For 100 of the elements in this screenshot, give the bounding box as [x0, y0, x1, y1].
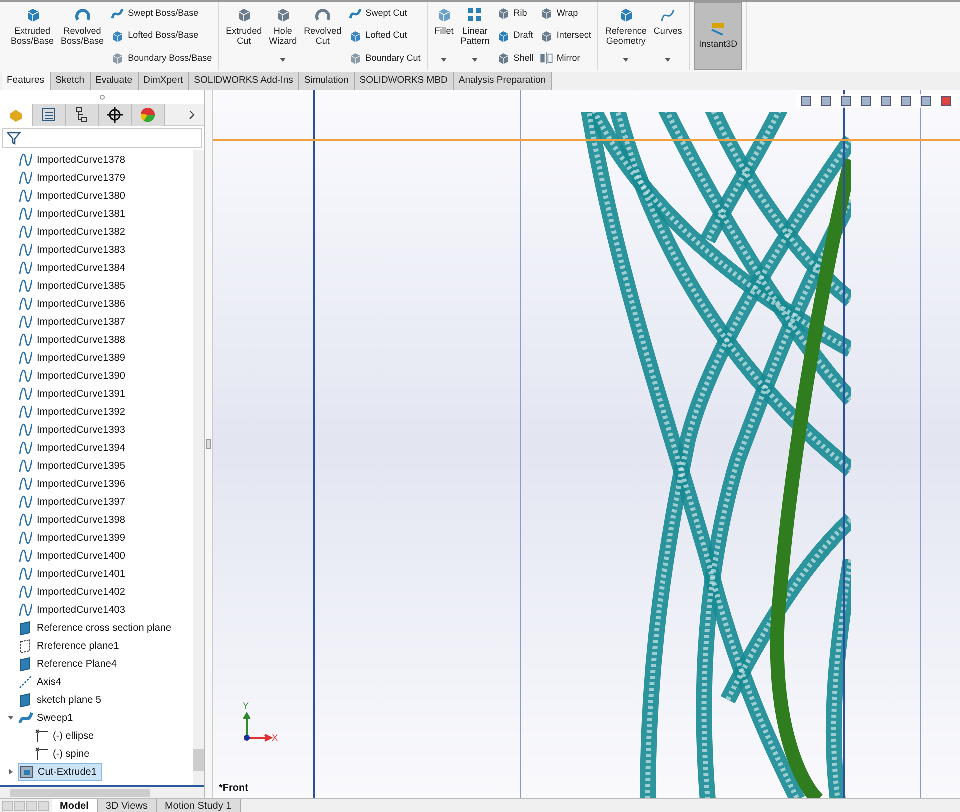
ribbon-tab[interactable]: SOLIDWORKS Add-Ins: [189, 72, 300, 90]
tree-item[interactable]: ImportedCurve1395: [18, 457, 130, 475]
tree-item[interactable]: ImportedCurve1381: [18, 205, 130, 223]
tree-item[interactable]: ImportedCurve1398: [18, 511, 130, 529]
tree-item[interactable]: ImportedCurve1401: [18, 565, 130, 583]
property-list-icon: [40, 106, 58, 124]
tree-item[interactable]: ImportedCurve1397: [18, 493, 130, 511]
tree-item[interactable]: Reference Plane4: [18, 655, 122, 673]
tree-item[interactable]: sketch plane 5: [18, 691, 106, 709]
curve-icon: [18, 512, 34, 528]
tree-item[interactable]: Reference cross section plane: [18, 619, 176, 637]
toolbar-button[interactable]: Fillet: [432, 2, 457, 70]
toolbar-button[interactable]: Shell: [494, 51, 536, 66]
toolbar-button[interactable]: Lofted Boss/Base: [108, 28, 214, 44]
tree-item[interactable]: Sweep1: [18, 709, 78, 727]
expand-arrow-icon[interactable]: [8, 769, 14, 775]
panel-tab[interactable]: [99, 104, 132, 126]
toolbar-button[interactable]: Revolved Cut: [301, 2, 345, 70]
tree-item[interactable]: ImportedCurve1399: [18, 529, 130, 547]
toolbar-button[interactable]: Reference Geometry: [602, 2, 650, 70]
tree-item[interactable]: ImportedCurve1392: [18, 403, 130, 421]
tree-item[interactable]: ImportedCurve1403: [18, 601, 130, 619]
curve-icon: [18, 260, 34, 276]
tree-item[interactable]: ImportedCurve1393: [18, 421, 130, 439]
toolbar-button[interactable]: Lofted Cut: [346, 28, 423, 44]
curve-icon: [18, 584, 34, 600]
tree-item[interactable]: (-) ellipse: [34, 727, 98, 745]
tree-item[interactable]: ImportedCurve1396: [18, 475, 130, 493]
curve-icon: [18, 206, 34, 222]
tree-item[interactable]: ImportedCurve1384: [18, 259, 130, 277]
horizontal-scrollbar[interactable]: [0, 785, 204, 798]
tree-item[interactable]: ImportedCurve1389: [18, 349, 130, 367]
tree-item[interactable]: ImportedCurve1386: [18, 295, 130, 313]
bottom-tab[interactable]: Model: [52, 799, 98, 812]
toolbar-button[interactable]: Swept Cut: [346, 6, 423, 21]
tree-item[interactable]: ImportedCurve1390: [18, 367, 130, 385]
chevron-right-icon[interactable]: [188, 110, 196, 120]
tree-item[interactable]: ImportedCurve1388: [18, 331, 130, 349]
toolbar-button[interactable]: Intersect: [536, 28, 594, 44]
tree-item[interactable]: ImportedCurve1385: [18, 277, 130, 295]
ribbon-tab[interactable]: DimXpert: [138, 72, 190, 90]
graphics-viewport[interactable]: Y X *Front: [213, 90, 960, 798]
toolbar-button[interactable]: Mirror: [536, 51, 594, 66]
tree-item[interactable]: (-) spine: [34, 745, 94, 763]
ribbon-tab[interactable]: Features: [2, 72, 50, 90]
curve-icon: [18, 458, 34, 474]
curve-icon: [18, 296, 34, 312]
caret-icon: [441, 58, 448, 62]
ring-icon: [74, 6, 92, 24]
tree-item[interactable]: ImportedCurve1380: [18, 187, 130, 205]
ribbon-tab[interactable]: Simulation: [299, 72, 355, 90]
toolbar-button[interactable]: Wrap: [536, 6, 594, 21]
grip-icon[interactable]: [100, 94, 104, 100]
arch-icon: [314, 6, 332, 24]
toolbar-button[interactable]: Swept Boss/Base: [108, 6, 214, 21]
toolbar-button[interactable]: Extruded Boss/Base: [8, 2, 58, 70]
toolbar-button[interactable]: Curves: [650, 2, 686, 70]
toolbar-button[interactable]: Draft: [494, 28, 536, 44]
curve-icon: [18, 332, 34, 348]
collapse-arrow-icon[interactable]: [8, 715, 14, 721]
toolbar-button[interactable]: Boundary Cut: [346, 51, 423, 66]
bottom-tab[interactable]: Motion Study 1: [156, 799, 241, 812]
toolbar-button[interactable]: Linear Pattern: [458, 2, 493, 70]
caret-icon: [665, 58, 672, 62]
toolbar-button[interactable]: Rib: [494, 6, 536, 21]
tree-item[interactable]: ImportedCurve1378: [18, 151, 130, 169]
curve-icon: [18, 602, 34, 618]
curve-icon: [18, 476, 34, 492]
toolbar-button[interactable]: Extruded Cut: [223, 2, 266, 70]
ribbon-tab[interactable]: SOLIDWORKS MBD: [354, 72, 454, 90]
crosshair-icon: [106, 106, 124, 124]
tree-item[interactable]: ImportedCurve1382: [18, 223, 130, 241]
bottom-tab[interactable]: 3D Views: [98, 799, 157, 812]
ribbon-tab[interactable]: Analysis Preparation: [454, 72, 552, 90]
tree-item[interactable]: ImportedCurve1387: [18, 313, 130, 331]
curve-icon: [18, 566, 34, 582]
panel-tab[interactable]: [33, 104, 66, 126]
ribbon-tab[interactable]: Sketch: [50, 72, 91, 90]
tree-item[interactable]: ImportedCurve1379: [18, 169, 130, 187]
tree-item[interactable]: ImportedCurve1383: [18, 241, 130, 259]
tree-item[interactable]: ImportedCurve1400: [18, 547, 130, 565]
caret-icon: [623, 58, 630, 62]
tree-item[interactable]: ImportedCurve1402: [18, 583, 130, 601]
tree-item[interactable]: Axis4: [18, 673, 66, 691]
x-axis-label: X: [272, 732, 278, 745]
splitter-handle-icon[interactable]: [206, 439, 211, 449]
tree-item[interactable]: ImportedCurve1394: [18, 439, 130, 457]
tree-item[interactable]: ImportedCurve1391: [18, 385, 130, 403]
toolbar-button[interactable]: Hole Wizard: [266, 2, 300, 70]
sketch-icon: [34, 746, 50, 762]
y-axis-label: Y: [243, 700, 250, 713]
tree-item[interactable]: Rreference plane1: [18, 637, 124, 655]
toggle-button[interactable]: Instant3D: [694, 2, 742, 70]
tree-item[interactable]: Cut-Extrude1: [18, 763, 102, 781]
toolbar-button[interactable]: Boundary Boss/Base: [108, 51, 214, 66]
filter-icon[interactable]: [7, 131, 21, 145]
ribbon-tab[interactable]: Evaluate: [90, 72, 139, 90]
vertical-scrollbar[interactable]: [193, 150, 204, 785]
panel-tab[interactable]: [66, 104, 99, 126]
toolbar-button[interactable]: Revolved Boss/Base: [58, 2, 108, 70]
